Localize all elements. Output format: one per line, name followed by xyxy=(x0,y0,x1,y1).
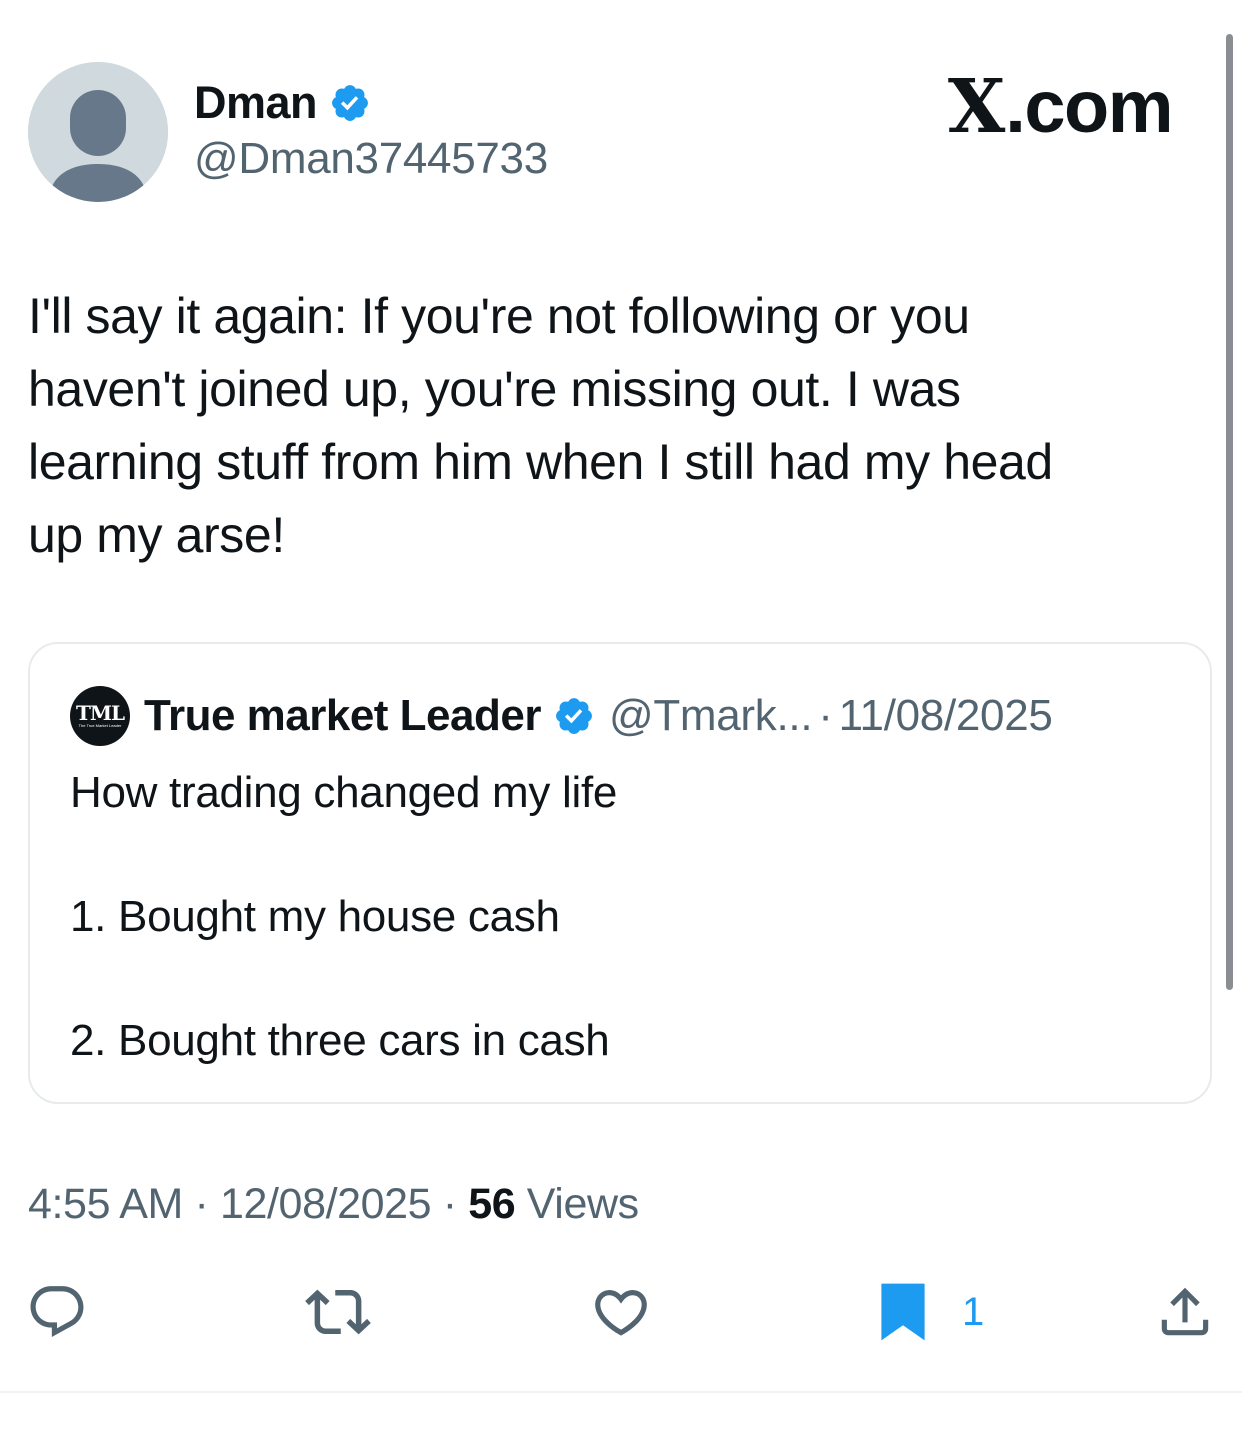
verified-badge-icon xyxy=(556,698,592,734)
scrollbar[interactable] xyxy=(1226,34,1233,990)
share-button[interactable] xyxy=(1154,1276,1216,1348)
avatar[interactable] xyxy=(28,62,168,202)
default-avatar-icon xyxy=(28,62,168,202)
tweet-time[interactable]: 4:55 AM xyxy=(28,1180,183,1228)
author-name[interactable]: Dman xyxy=(194,77,318,129)
bottom-divider xyxy=(0,1391,1242,1393)
reply-icon xyxy=(30,1286,84,1338)
tweet-date[interactable]: 12/08/2025 xyxy=(220,1180,432,1228)
share-icon xyxy=(1161,1287,1209,1336)
quoted-date[interactable]: 11/08/2025 xyxy=(839,691,1053,741)
brand-suffix: .com xyxy=(1005,65,1173,148)
tweet-meta: 4:55 AM · 12/08/2025 · 56 Views xyxy=(28,1180,639,1229)
quoted-author-handle[interactable]: @Tmark... xyxy=(609,691,813,741)
action-bar: 1 xyxy=(0,1276,1242,1356)
bookmark-count: 1 xyxy=(962,1289,985,1334)
meta-separator: · xyxy=(194,1180,209,1228)
quoted-separator: · xyxy=(818,691,833,740)
author-name-row: Dman xyxy=(194,76,548,130)
like-button[interactable] xyxy=(590,1276,652,1348)
author-block: Dman @Dman37445733 xyxy=(194,76,548,184)
tml-logo-subtext: The True Market Leader xyxy=(78,723,122,728)
meta-separator: · xyxy=(442,1180,457,1228)
quoted-tweet-header: TML The True Market Leader True market L… xyxy=(70,686,1053,746)
bookmark-button[interactable]: 1 xyxy=(876,1276,984,1348)
quoted-tweet-text: How trading changed my life 1. Bought my… xyxy=(70,768,618,1065)
tml-logo-text: TML xyxy=(75,701,125,725)
quoted-author-name[interactable]: True market Leader xyxy=(144,691,541,741)
quoted-tweet-card[interactable]: TML The True Market Leader True market L… xyxy=(28,642,1212,1104)
heart-icon xyxy=(595,1290,647,1336)
author-handle[interactable]: @Dman37445733 xyxy=(194,134,548,184)
verified-badge-icon xyxy=(332,85,368,121)
views-label: Views xyxy=(526,1180,639,1228)
x-logo-icon: X xyxy=(947,64,1006,150)
views-count: 56 xyxy=(468,1180,516,1228)
quoted-avatar[interactable]: TML The True Market Leader xyxy=(70,686,130,746)
x-com-logo: X.com xyxy=(947,64,1174,150)
repost-icon xyxy=(305,1289,371,1335)
tweet-text: I'll say it again: If you're not followi… xyxy=(28,288,1053,563)
repost-button[interactable] xyxy=(305,1276,371,1348)
bookmark-icon xyxy=(881,1283,925,1341)
reply-button[interactable] xyxy=(26,1276,88,1348)
